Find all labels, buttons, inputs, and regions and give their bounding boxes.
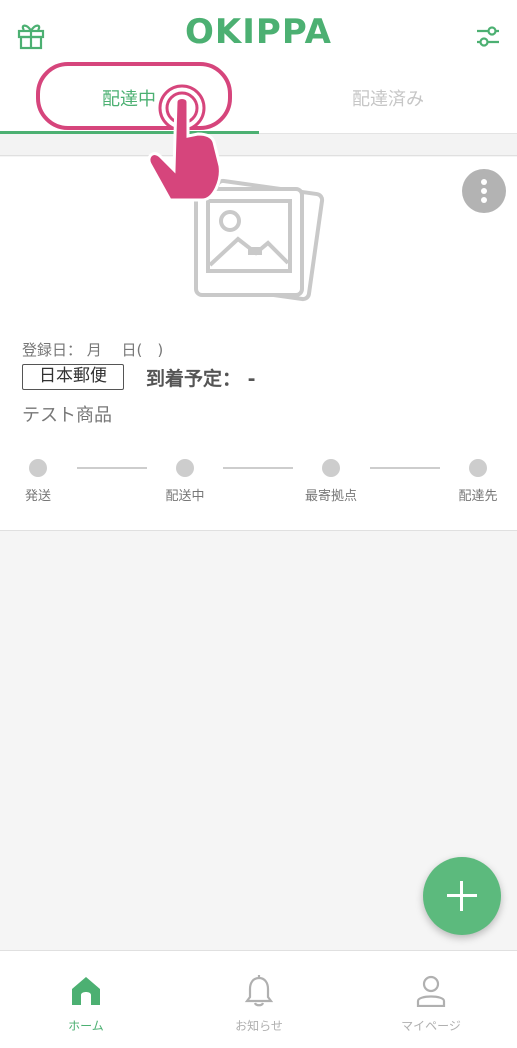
step-label-nearest-hub: 最寄拠点 [304,489,357,504]
section-gap [0,134,517,156]
eta-label: 到着予定： - [146,368,256,390]
more-options-button[interactable] [462,169,506,213]
step-line [223,467,293,469]
app-header: OKIPPA [0,0,517,68]
step-label-in-transit: 配送中 [165,489,205,504]
package-card[interactable]: 登録日： 月 日( ) 日本郵便 到着予定： - テスト商品 発送 配送中 最寄… [0,157,517,531]
status-tabs: 配達中 配達済み [0,68,517,134]
registered-date: 登録日： 月 日( ) [22,341,164,359]
nav-notifications[interactable]: お知らせ [173,951,345,1048]
step-label-shipped: 発送 [24,489,51,504]
step-dot-shipped [29,459,47,477]
nav-mypage[interactable]: マイページ [345,951,517,1048]
add-package-button[interactable] [423,857,501,935]
step-dot-nearest-hub [322,459,340,477]
step-line [370,467,440,469]
nav-home[interactable]: ホーム [0,951,172,1048]
nav-notifications-label: お知らせ [235,1019,283,1033]
nav-home-label: ホーム [68,1019,104,1033]
filter-sliders-icon[interactable] [475,22,501,50]
nav-mypage-label: マイページ [401,1019,461,1033]
home-icon [72,977,100,1005]
tab-delivered[interactable]: 配達済み [259,68,517,134]
step-label-destination: 配達先 [458,489,498,504]
step-dot-in-transit [176,459,194,477]
item-name: テスト商品 [22,405,112,426]
user-icon [416,975,446,1007]
step-dot-destination [469,459,487,477]
step-line [77,467,147,469]
bottom-navigation: ホーム お知らせ マイページ [0,950,517,1048]
carrier-badge: 日本郵便 [22,364,124,390]
bell-icon [244,975,274,1007]
photo-placeholder-icon [194,178,325,302]
app-logo: OKIPPA [185,12,332,52]
tab-in-delivery[interactable]: 配達中 [0,68,258,134]
